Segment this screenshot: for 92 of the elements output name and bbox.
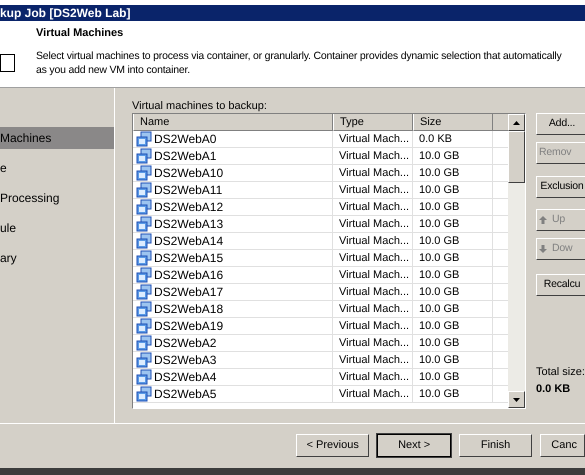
vm-name: DS2WebA2 <box>154 335 216 351</box>
wizard-button[interactable]: Next > <box>377 434 451 457</box>
vm-size: 10.0 GB <box>413 233 493 249</box>
virtual-machine-icon <box>136 165 152 181</box>
vm-name: DS2WebA4 <box>154 369 216 385</box>
vm-size: 10.0 GB <box>413 335 493 351</box>
virtual-machine-icon <box>136 369 152 385</box>
vm-size: 10.0 GB <box>413 301 493 317</box>
vm-type: Virtual Mach... <box>333 284 413 300</box>
scrollbar-thumb[interactable] <box>508 131 525 183</box>
vm-name: DS2WebA12 <box>154 199 224 215</box>
vm-size: 10.0 GB <box>413 165 493 181</box>
wizard-step[interactable]: Processing <box>0 187 114 209</box>
page-title: Virtual Machines <box>36 26 124 41</box>
vm-size: 10.0 GB <box>413 148 493 164</box>
wizard-step[interactable]: Machines <box>0 127 114 149</box>
list-label: Virtual machines to backup: <box>132 99 268 113</box>
wizard-button[interactable]: Finish <box>458 434 532 457</box>
vm-size: 10.0 GB <box>413 318 493 334</box>
vm-name: DS2WebA11 <box>154 182 222 198</box>
column-header[interactable]: Type <box>333 114 413 131</box>
scroll-up-arrow-icon <box>513 120 520 124</box>
vm-type: Virtual Mach... <box>333 131 413 147</box>
virtual-machine-icon <box>136 250 152 266</box>
vm-name: DS2WebA1 <box>154 148 216 164</box>
vm-size: 10.0 GB <box>413 284 493 300</box>
vm-type: Virtual Mach... <box>333 216 413 232</box>
vm-name: DS2WebA14 <box>154 233 224 249</box>
virtual-machine-icon <box>136 182 152 198</box>
vm-size: 10.0 GB <box>413 250 493 266</box>
vertical-scrollbar[interactable] <box>508 114 525 408</box>
scroll-down-arrow-icon <box>513 398 520 402</box>
vm-size: 10.0 GB <box>413 267 493 283</box>
wizard-button[interactable]: Canc <box>540 434 585 457</box>
vm-size: 10.0 GB <box>413 182 493 198</box>
vm-type: Virtual Mach... <box>333 233 413 249</box>
vm-type: Virtual Mach... <box>333 199 413 215</box>
side-button[interactable]: Exclusion <box>536 176 585 198</box>
vm-type: Virtual Mach... <box>333 267 413 283</box>
virtual-machine-icon <box>136 216 152 232</box>
vm-size: 10.0 GB <box>413 369 493 385</box>
vm-size: 10.0 GB <box>413 352 493 368</box>
vm-name: DS2WebA13 <box>154 216 224 232</box>
vm-name: DS2WebA17 <box>154 284 224 300</box>
virtual-machine-icon <box>136 148 152 164</box>
vm-size: 10.0 GB <box>413 199 493 215</box>
vm-type: Virtual Mach... <box>333 182 413 198</box>
vm-type: Virtual Mach... <box>333 386 413 402</box>
vm-name: DS2WebA15 <box>154 250 224 266</box>
wizard-button[interactable]: < Previous <box>296 434 370 457</box>
virtual-machine-icon <box>136 267 152 283</box>
virtual-machine-icon <box>136 131 152 147</box>
vm-name: DS2WebA3 <box>154 352 216 368</box>
wizard-step[interactable]: e <box>0 157 114 179</box>
vm-name: DS2WebA10 <box>154 165 224 181</box>
vm-type: Virtual Mach... <box>333 148 413 164</box>
column-header[interactable]: Size <box>413 114 493 131</box>
window-title: kup Job [DS2Web Lab] <box>0 5 585 21</box>
wizard-step[interactable]: ary <box>0 247 114 269</box>
vm-type: Virtual Mach... <box>333 318 413 334</box>
wizard-step[interactable]: ule <box>0 217 114 239</box>
vm-name: DS2WebA5 <box>154 386 216 402</box>
virtual-machine-icon <box>136 335 152 351</box>
vm-size: 0.0 KB <box>413 131 493 147</box>
vm-name: DS2WebA18 <box>154 301 224 317</box>
virtual-machine-icon <box>136 318 152 334</box>
vm-name: DS2WebA16 <box>154 267 224 283</box>
vm-name: DS2WebA19 <box>154 318 224 334</box>
column-header[interactable]: Name <box>133 114 333 131</box>
vm-type: Virtual Mach... <box>333 250 413 266</box>
total-size-value: 0.0 KB <box>536 382 572 396</box>
up-arrow-icon <box>539 216 547 224</box>
page-description-line: as you add new VM into container. <box>36 63 191 77</box>
page-description-line: Select virtual machines to process via container, or granularly. Container provides dynamic selection that automatically <box>36 49 562 63</box>
virtual-machine-icon <box>136 199 152 215</box>
vm-type: Virtual Mach... <box>333 352 413 368</box>
vm-size: 10.0 GB <box>413 216 493 232</box>
virtual-machine-icon <box>136 284 152 300</box>
down-arrow-icon <box>539 245 547 253</box>
virtual-machine-icon <box>136 352 152 368</box>
virtual-machine-icon <box>136 233 152 249</box>
virtual-machine-icon <box>136 301 152 317</box>
side-button[interactable]: Recalcu <box>536 274 585 296</box>
vm-size: 10.0 GB <box>413 386 493 402</box>
total-size-label: Total size: <box>536 365 584 380</box>
vm-type: Virtual Mach... <box>333 301 413 317</box>
vm-type: Virtual Mach... <box>333 335 413 351</box>
vm-type: Virtual Mach... <box>333 369 413 385</box>
vm-name: DS2WebA0 <box>154 131 216 147</box>
vm-type: Virtual Mach... <box>333 165 413 181</box>
virtual-machine-icon <box>136 386 152 402</box>
side-button[interactable]: Add... <box>536 113 585 135</box>
